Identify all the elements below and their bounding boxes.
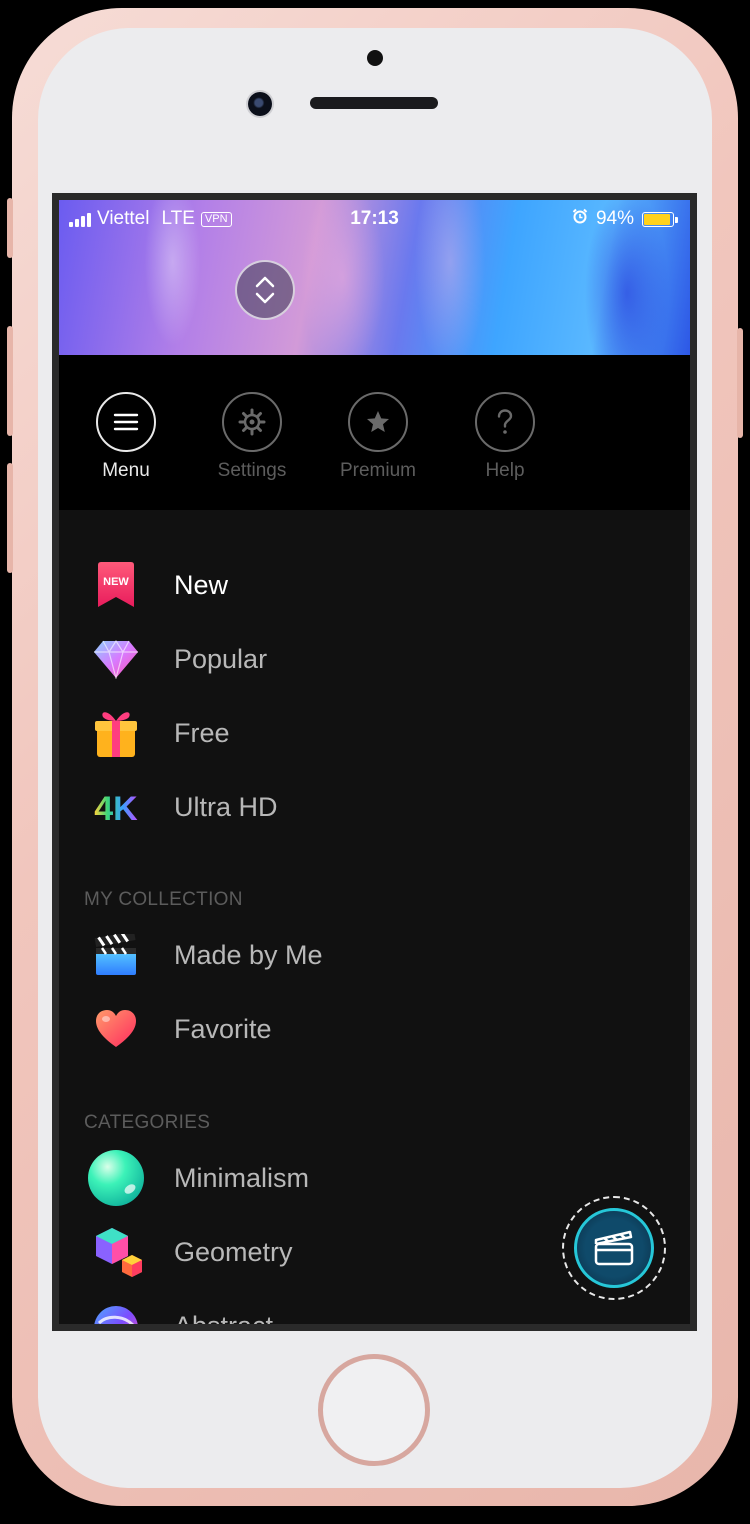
abstract-icon (93, 1305, 139, 1324)
menu-item-favorite[interactable]: Favorite (59, 996, 690, 1062)
menu-item-ultra-hd[interactable]: 4K Ultra HD (59, 774, 690, 840)
menu-item-label: Ultra HD (174, 791, 278, 822)
menu-item-made-by-me[interactable]: Made by Me (59, 922, 690, 988)
section-header-my-collection: MY COLLECTION (84, 889, 243, 910)
top-nav-bar: Menu Settings Premium Help (59, 355, 690, 510)
menu-item-label: Favorite (174, 1013, 272, 1044)
menu-item-label: Minimalism (174, 1162, 309, 1193)
menu-item-free[interactable]: Free (59, 700, 690, 766)
create-video-button[interactable] (562, 1196, 666, 1300)
heart-icon (91, 1004, 141, 1054)
mute-switch (7, 198, 13, 258)
4k-badge-text: 4K (94, 790, 138, 825)
new-ribbon-icon: NEW (91, 560, 141, 610)
gear-icon (238, 408, 266, 436)
proximity-sensor (367, 50, 383, 66)
star-icon (367, 411, 389, 432)
battery-percent: 94% (595, 208, 634, 229)
nav-premium[interactable]: Premium (318, 392, 438, 482)
question-icon (497, 409, 513, 434)
menu-item-label: Abstract (174, 1311, 273, 1325)
clapperboard-icon (594, 1230, 634, 1266)
screen: Viettel LTE VPN 17:13 94% Menu Settings … (52, 193, 697, 1331)
app-screen: Viettel LTE VPN 17:13 94% Menu Settings … (59, 200, 690, 1324)
nav-settings-label: Settings (217, 460, 287, 481)
menu-item-label: Geometry (174, 1236, 293, 1267)
sphere-icon (87, 1149, 145, 1207)
home-button[interactable] (318, 1354, 430, 1466)
diamond-icon (91, 634, 141, 684)
front-camera (248, 92, 272, 116)
nav-help[interactable]: Help (445, 392, 565, 482)
nav-help-label: Help (485, 460, 525, 481)
nav-menu-label: Menu (102, 460, 150, 481)
earpiece-speaker (310, 97, 438, 109)
menu-item-label: Free (174, 717, 230, 748)
volume-down-button (7, 463, 13, 573)
cubes-icon (91, 1224, 147, 1280)
menu-item-abstract[interactable]: Abstract (59, 1293, 690, 1324)
menu-item-label: Made by Me (174, 939, 323, 970)
expand-collapse-button[interactable] (235, 260, 295, 320)
alarm-icon (572, 208, 588, 230)
nav-menu[interactable]: Menu (66, 392, 186, 482)
power-button (737, 328, 743, 438)
menu-item-label: Popular (174, 643, 268, 674)
menu-item-popular[interactable]: Popular (59, 626, 690, 692)
clapperboard-icon (91, 930, 141, 980)
section-header-categories: CATEGORIES (84, 1112, 211, 1133)
wallpaper-preview[interactable]: Viettel LTE VPN 17:13 94% (59, 200, 690, 355)
nav-settings[interactable]: Settings (192, 392, 312, 482)
menu-item-label: New (174, 569, 229, 600)
volume-up-button (7, 326, 13, 436)
menu-item-new[interactable]: NEW New (59, 552, 690, 618)
chevron-up-down-icon (255, 276, 275, 304)
battery-icon (642, 211, 678, 227)
status-bar: Viettel LTE VPN 17:13 94% (59, 208, 690, 232)
gift-icon (91, 708, 141, 758)
hamburger-icon (113, 413, 139, 431)
nav-premium-label: Premium (339, 460, 416, 481)
new-badge-text: NEW (103, 576, 129, 588)
4k-icon: 4K (91, 782, 141, 832)
